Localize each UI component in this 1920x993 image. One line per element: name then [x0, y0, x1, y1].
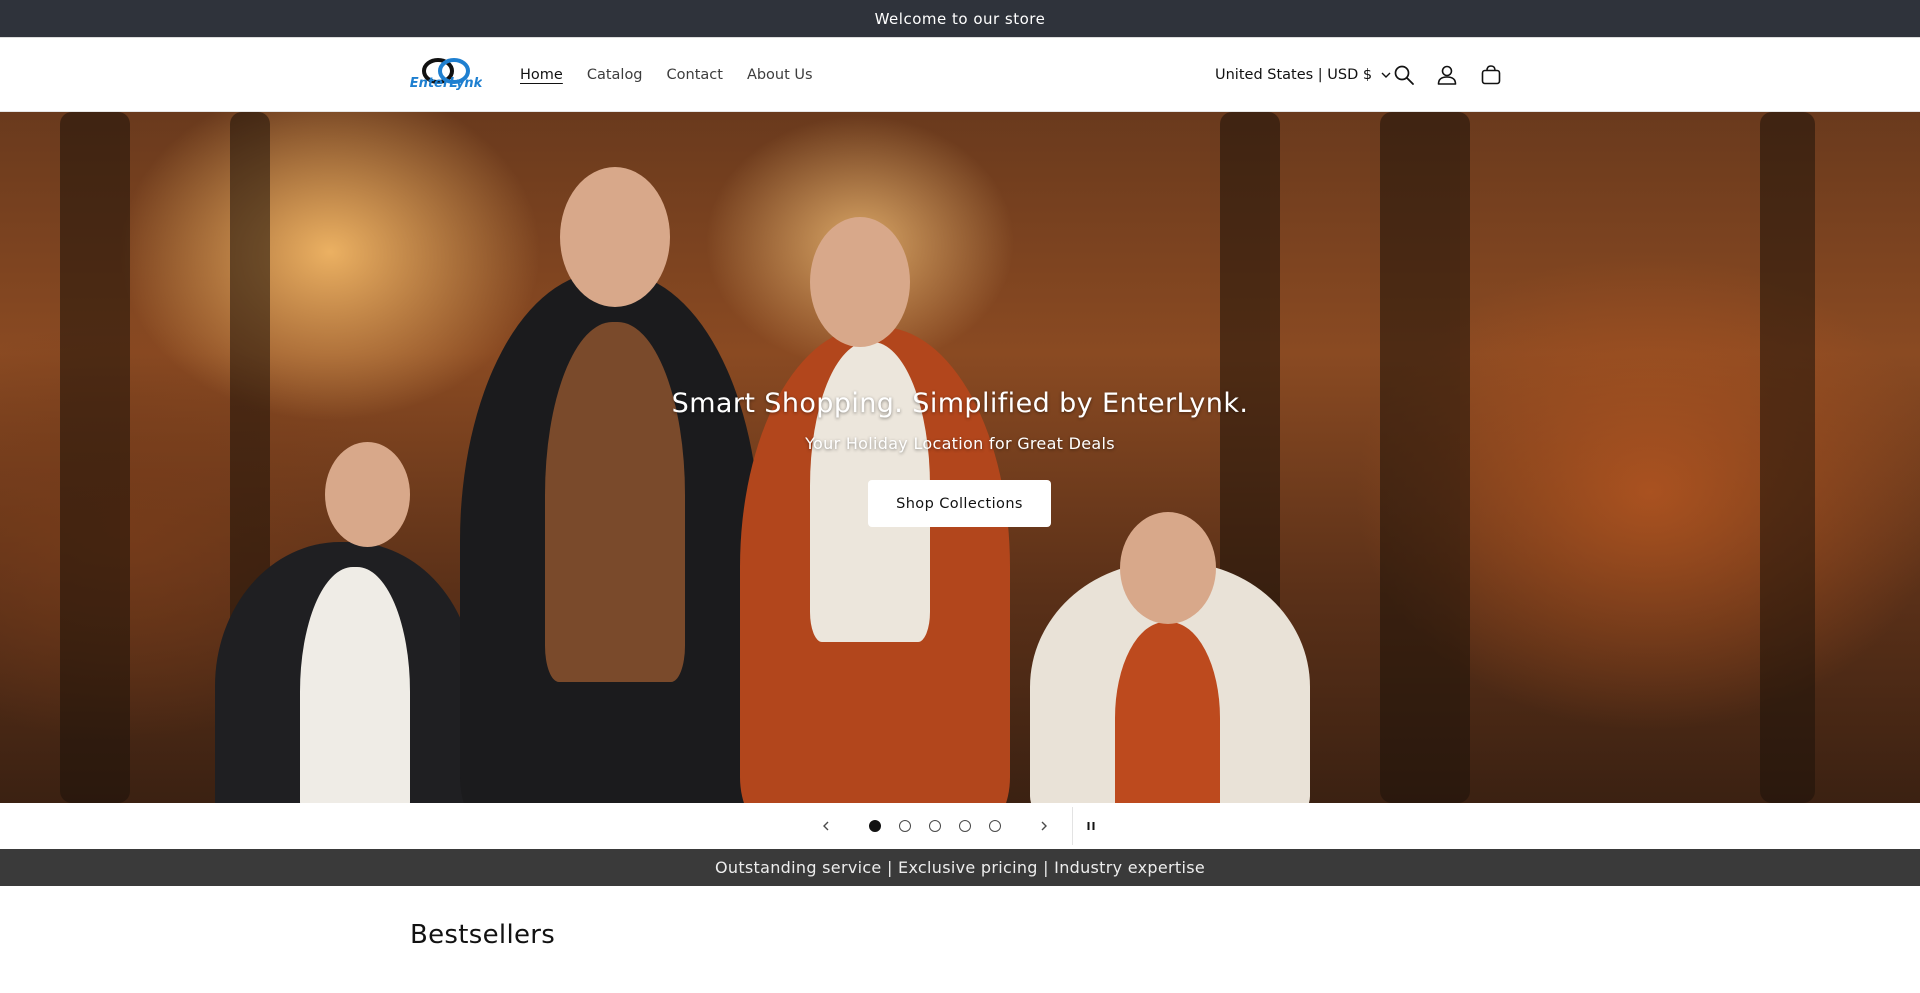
slide-dot-4[interactable]	[959, 820, 971, 832]
pause-icon	[1087, 822, 1095, 830]
cart-icon	[1481, 65, 1501, 85]
usp-text: Outstanding service | Exclusive pricing …	[715, 858, 1205, 877]
announcement-bar: Welcome to our store	[0, 0, 1920, 38]
usp-bar: Outstanding service | Exclusive pricing …	[0, 849, 1920, 886]
controls-divider	[1072, 807, 1073, 845]
slideshow-controls	[0, 803, 1920, 849]
country-currency-label: United States | USD $	[1215, 67, 1373, 83]
pause-slideshow-button[interactable]	[1080, 815, 1102, 837]
slide-dot-2[interactable]	[899, 820, 911, 832]
main-nav: Home Catalog Contact About Us	[520, 38, 813, 112]
nav-catalog[interactable]: Catalog	[587, 67, 643, 83]
slide-dot-3[interactable]	[929, 820, 941, 832]
bestsellers-heading: Bestsellers	[410, 920, 556, 950]
cart-button[interactable]	[1478, 62, 1504, 88]
hero-subtitle: Your Holiday Location for Great Deals	[805, 434, 1115, 453]
previous-slide-button[interactable]	[815, 815, 837, 837]
chevron-right-icon	[1041, 821, 1047, 831]
site-header: EnterLynk Home Catalog Contact About Us …	[0, 38, 1920, 112]
logo-mark-icon: EnterLynk	[410, 58, 484, 91]
announcement-text: Welcome to our store	[874, 9, 1046, 28]
search-icon	[1394, 65, 1414, 85]
hero-title: Smart Shopping. Simplified by EnterLynk.	[671, 388, 1249, 419]
nav-about-us[interactable]: About Us	[747, 67, 813, 83]
chevron-left-icon	[823, 821, 829, 831]
logo-text: EnterLynk	[410, 76, 482, 91]
nav-contact[interactable]: Contact	[667, 67, 723, 83]
store-logo[interactable]: EnterLynk	[410, 53, 484, 97]
nav-home[interactable]: Home	[520, 67, 563, 83]
shop-collections-button[interactable]: Shop Collections	[868, 480, 1051, 527]
hero-slideshow: Smart Shopping. Simplified by EnterLynk.…	[0, 112, 1920, 803]
search-button[interactable]	[1391, 62, 1417, 88]
slide-dot-5[interactable]	[989, 820, 1001, 832]
slide-dot-1[interactable]	[869, 820, 881, 832]
country-currency-selector[interactable]: United States | USD $	[1215, 38, 1392, 112]
account-button[interactable]	[1434, 62, 1460, 88]
account-icon	[1437, 65, 1457, 85]
next-slide-button[interactable]	[1033, 815, 1055, 837]
